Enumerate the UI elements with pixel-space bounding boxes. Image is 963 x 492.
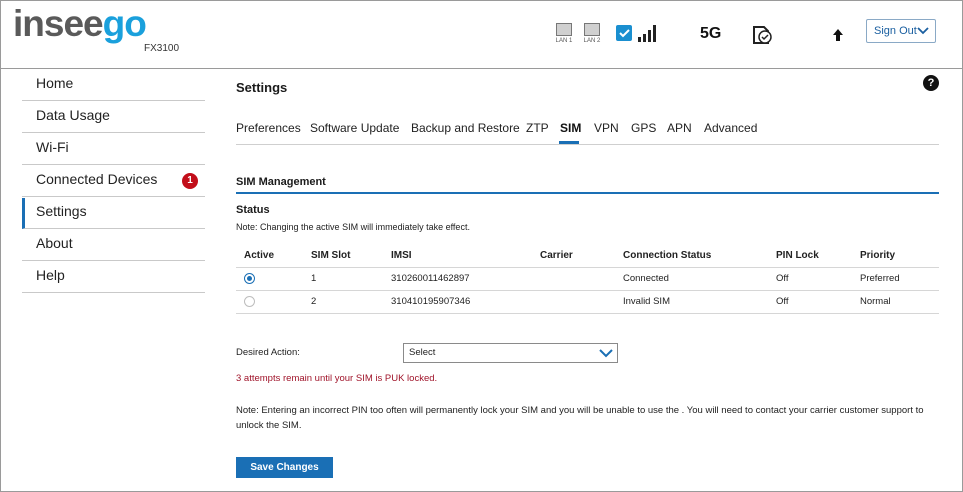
lan1-status: LAN 1 bbox=[554, 23, 574, 44]
tab-sim[interactable]: SIM bbox=[560, 121, 581, 135]
desired-action-label: Desired Action: bbox=[236, 347, 300, 358]
signal-strength-icon bbox=[638, 25, 656, 42]
active-sim-radio[interactable] bbox=[244, 273, 255, 284]
section-title: SIM Management bbox=[236, 176, 326, 188]
ethernet-port-icon bbox=[584, 23, 600, 36]
tab-gps[interactable]: GPS bbox=[631, 121, 656, 135]
tab-vpn[interactable]: VPN bbox=[594, 121, 619, 135]
tab-advanced[interactable]: Advanced bbox=[704, 121, 757, 135]
column-header-active: Active bbox=[244, 250, 275, 261]
puk-warning: 3 attempts remain until your SIM is PUK … bbox=[236, 373, 438, 384]
device-model: FX3100 bbox=[144, 43, 180, 54]
table-cell-connection-status: Invalid SIM bbox=[623, 296, 670, 307]
notification-badge: 1 bbox=[182, 173, 198, 189]
tab-apn[interactable]: APN bbox=[667, 121, 692, 135]
tab-backup-and-restore[interactable]: Backup and Restore bbox=[411, 121, 520, 135]
upload-arrow-icon bbox=[833, 29, 843, 41]
sign-out-button[interactable]: Sign Out bbox=[866, 19, 936, 43]
sidebar-item-settings[interactable]: Settings bbox=[22, 198, 205, 229]
table-cell-pin-lock: Off bbox=[776, 273, 789, 284]
sidebar-item-about[interactable]: About bbox=[22, 230, 205, 261]
tab-preferences[interactable]: Preferences bbox=[236, 121, 301, 135]
table-row-divider bbox=[236, 313, 939, 314]
top-header: inseego FX3100 LAN 1 LAN 2 5G Sign Out bbox=[1, 1, 962, 69]
sim-check-icon bbox=[753, 26, 772, 44]
table-cell-connection-status: Connected bbox=[623, 273, 669, 284]
column-header-pin-lock: PIN Lock bbox=[776, 250, 819, 261]
tab-ztp[interactable]: ZTP bbox=[526, 121, 549, 135]
inseego-logo: inseego bbox=[13, 3, 147, 44]
status-heading: Status bbox=[236, 204, 270, 216]
table-cell-priority: Normal bbox=[860, 296, 891, 307]
pin-lock-note: Note: Entering an incorrect PIN too ofte… bbox=[236, 405, 924, 431]
wifi-status-icon bbox=[616, 25, 632, 41]
column-header-carrier: Carrier bbox=[540, 250, 573, 261]
tab-software-update[interactable]: Software Update bbox=[310, 121, 399, 135]
table-cell-imsi: 310410195907346 bbox=[391, 296, 471, 307]
chevron-down-icon bbox=[599, 349, 613, 358]
table-cell-pin-lock: Off bbox=[776, 296, 789, 307]
table-cell-slot: 1 bbox=[311, 273, 317, 284]
chevron-down-icon bbox=[917, 27, 929, 35]
sidebar-item-connected-devices[interactable]: Connected Devices 1 bbox=[22, 166, 205, 197]
page-title: Settings bbox=[236, 80, 288, 95]
column-header-priority: Priority bbox=[860, 250, 896, 261]
sidebar-item-home[interactable]: Home bbox=[22, 70, 205, 101]
sidebar-item-wifi[interactable]: Wi-Fi bbox=[22, 134, 205, 165]
status-note: Note: Changing the active SIM will immed… bbox=[236, 222, 470, 232]
save-changes-button[interactable]: Save Changes bbox=[236, 457, 333, 478]
table-cell-imsi: 310260011462897 bbox=[391, 273, 470, 284]
column-header-imsi: IMSI bbox=[391, 250, 412, 261]
help-icon[interactable]: ? bbox=[923, 75, 939, 91]
sidebar-item-help[interactable]: Help bbox=[22, 262, 205, 293]
desired-action-select[interactable]: Select bbox=[403, 343, 618, 363]
table-row-divider bbox=[236, 290, 939, 291]
table-cell-slot: 2 bbox=[311, 296, 317, 307]
ethernet-port-icon bbox=[556, 23, 572, 36]
sidebar-item-data-usage[interactable]: Data Usage bbox=[22, 102, 205, 133]
tabs-divider bbox=[236, 144, 939, 145]
table-cell-priority: Preferred bbox=[860, 273, 900, 284]
lan2-status: LAN 2 bbox=[582, 23, 602, 44]
column-header-connection-status: Connection Status bbox=[623, 250, 712, 261]
network-type: 5G bbox=[700, 25, 722, 42]
section-divider bbox=[236, 192, 939, 194]
active-sim-radio[interactable] bbox=[244, 296, 255, 307]
column-header-sim-slot: SIM Slot bbox=[311, 250, 351, 261]
table-header-divider bbox=[236, 267, 939, 268]
